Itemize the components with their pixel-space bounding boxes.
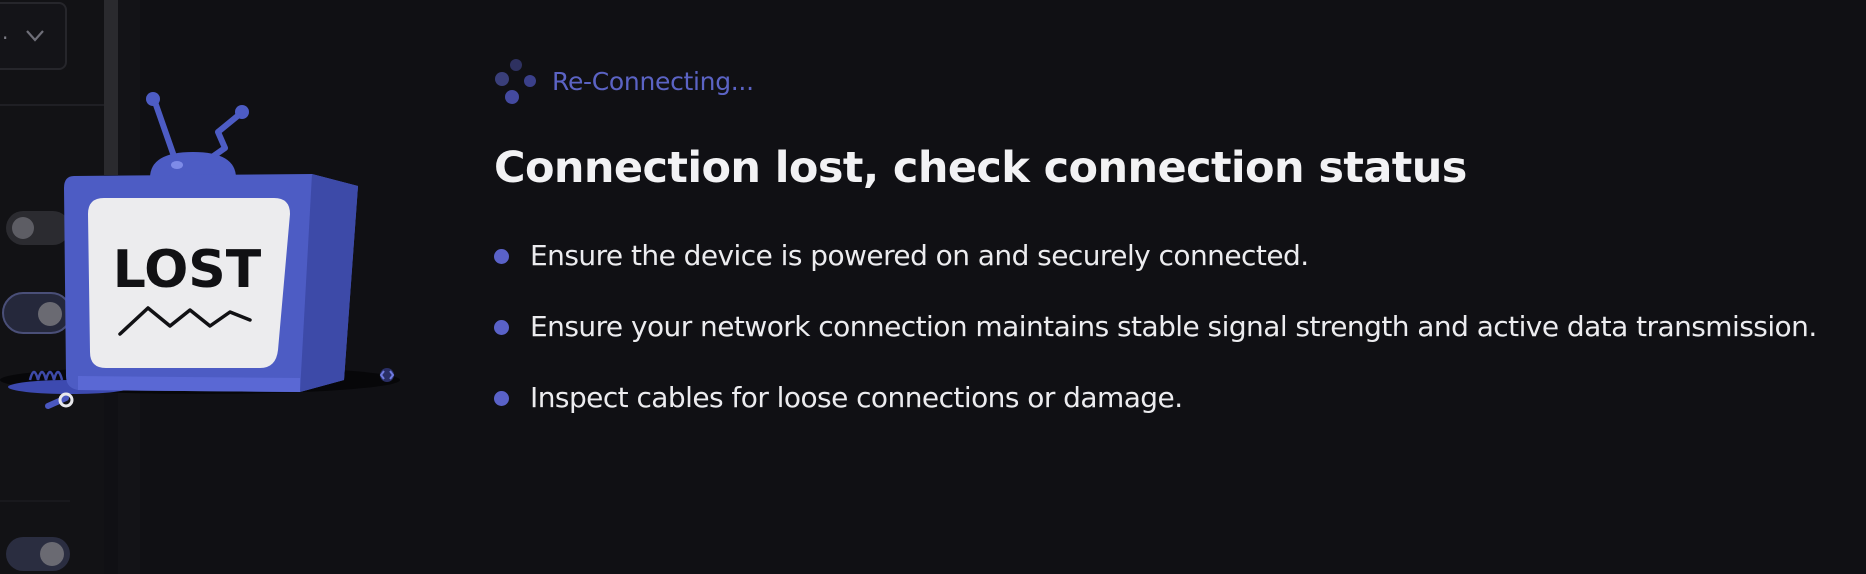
background-toggle-on[interactable]	[6, 537, 70, 571]
connection-status-content: Re-Connecting... Connection lost, check …	[490, 55, 1860, 414]
chevron-down-icon	[26, 30, 44, 42]
tip-text: Ensure your network connection maintains…	[530, 310, 1817, 343]
spinner-icon	[495, 59, 536, 104]
tv-screen-text: LOST	[113, 240, 262, 300]
tip-text: Inspect cables for loose connections or …	[530, 381, 1183, 414]
bullet-icon	[494, 391, 509, 406]
tv-lost-icon: LOST	[0, 92, 400, 409]
background-dropdown[interactable]: .	[0, 2, 67, 70]
toggle-knob	[40, 542, 64, 566]
list-item: Inspect cables for loose connections or …	[494, 379, 1817, 450]
dropdown-value: .	[2, 20, 9, 44]
bullet-icon	[494, 320, 509, 335]
list-item: Ensure your network connection maintains…	[494, 308, 1817, 379]
reconnecting-status: Re-Connecting...	[490, 55, 1860, 105]
connection-lost-page: . LOST Re-Connecting... Connection lost,…	[0, 0, 1866, 574]
status-text: Re-Connecting...	[552, 67, 754, 96]
background-divider	[0, 500, 70, 502]
troubleshooting-tips: Ensure the device is powered on and secu…	[494, 237, 1817, 450]
page-title: Connection lost, check connection status	[494, 143, 1467, 193]
list-item: Ensure the device is powered on and secu…	[494, 237, 1817, 308]
bullet-icon	[494, 249, 509, 264]
tip-text: Ensure the device is powered on and secu…	[530, 239, 1309, 272]
